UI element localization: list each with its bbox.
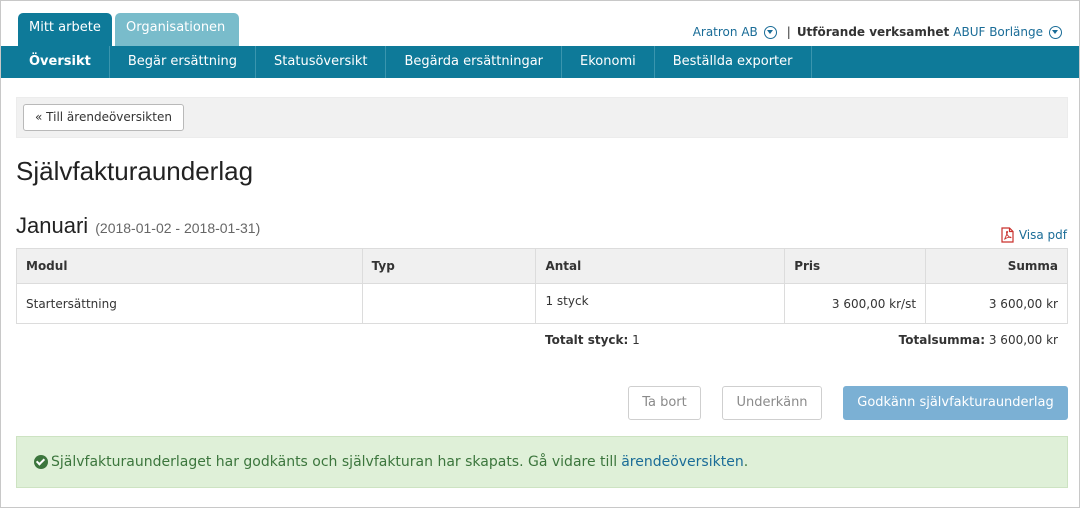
chevron-down-circle-icon[interactable]: [1049, 25, 1062, 39]
cell-antal: 1 styck: [535, 283, 786, 324]
organization-selector[interactable]: ABUF Borlänge: [953, 25, 1043, 39]
view-pdf-label[interactable]: Visa pdf: [1019, 228, 1067, 242]
total-count-label: Totalt styck:: [545, 333, 629, 347]
nav-item-bestallda-exporter[interactable]: Beställda exporter: [655, 46, 812, 78]
column-header-modul: Modul: [16, 248, 363, 284]
total-count-value: 1: [632, 333, 640, 347]
table-header-row: Modul Typ Antal Pris Summa: [16, 248, 1068, 284]
total-count: Totalt styck: 1: [545, 333, 640, 347]
account-switcher: Aratron AB | Utförande verksamhet ABUF B…: [693, 25, 1062, 39]
tab-mitt-arbete[interactable]: Mitt arbete: [18, 13, 112, 47]
nav-item-begarda-ersattningar[interactable]: Begärda ersättningar: [386, 46, 563, 78]
table-row: Startersättning 1 styck 3 600,00 kr/st 3…: [16, 283, 1068, 324]
back-toolbar: « Till ärendeöversikten: [16, 97, 1068, 138]
separator: |: [786, 25, 791, 39]
column-header-antal: Antal: [535, 248, 786, 284]
back-to-overview-button[interactable]: « Till ärendeöversikten: [23, 104, 184, 131]
nav-item-oversikt[interactable]: Översikt: [1, 46, 110, 78]
overview-link[interactable]: ärendeöversikten: [621, 454, 744, 470]
total-sum: Totalsumma: 3 600,00 kr: [899, 333, 1058, 347]
cell-modul: Startersättning: [16, 283, 363, 324]
success-alert: Självfakturaunderlaget har godkänts och …: [16, 436, 1068, 488]
alert-message: Självfakturaunderlaget har godkänts och …: [51, 454, 618, 470]
company-selector[interactable]: Aratron AB: [693, 25, 758, 39]
cell-pris: 3 600,00 kr/st: [784, 283, 927, 324]
period-month: Januari: [16, 213, 89, 238]
alert-suffix: .: [743, 454, 749, 470]
column-header-summa: Summa: [925, 248, 1068, 284]
period-range: (2018-01-02 - 2018-01-31): [95, 220, 261, 236]
organization-label: Utförande verksamhet: [796, 25, 950, 39]
total-sum-label: Totalsumma:: [898, 333, 986, 347]
main-nav: Översikt Begär ersättning Statusöversikt…: [1, 46, 1079, 78]
page-title: Självfakturaunderlag: [16, 156, 254, 186]
check-circle-icon: [34, 455, 48, 469]
approve-button[interactable]: Godkänn självfakturaunderlag: [843, 386, 1068, 420]
period-heading: Januari (2018-01-02 - 2018-01-31): [16, 213, 260, 239]
invoice-table: Modul Typ Antal Pris Summa Startersättni…: [16, 248, 1068, 324]
nav-item-begar-ersattning[interactable]: Begär ersättning: [110, 46, 257, 78]
chevron-down-circle-icon[interactable]: [763, 25, 777, 39]
pdf-icon: [1001, 227, 1014, 243]
remove-button[interactable]: Ta bort: [628, 386, 701, 420]
view-pdf-link[interactable]: Visa pdf: [1001, 227, 1067, 243]
column-header-typ: Typ: [361, 248, 537, 284]
nav-item-statusoversikt[interactable]: Statusöversikt: [256, 46, 387, 78]
reject-button[interactable]: Underkänn: [722, 386, 822, 420]
tab-organisationen[interactable]: Organisationen: [115, 13, 239, 47]
total-sum-value: 3 600,00 kr: [988, 333, 1058, 347]
nav-item-ekonomi[interactable]: Ekonomi: [562, 46, 655, 78]
cell-typ: [361, 283, 537, 324]
cell-summa: 3 600,00 kr: [925, 283, 1068, 324]
column-header-pris: Pris: [784, 248, 927, 284]
